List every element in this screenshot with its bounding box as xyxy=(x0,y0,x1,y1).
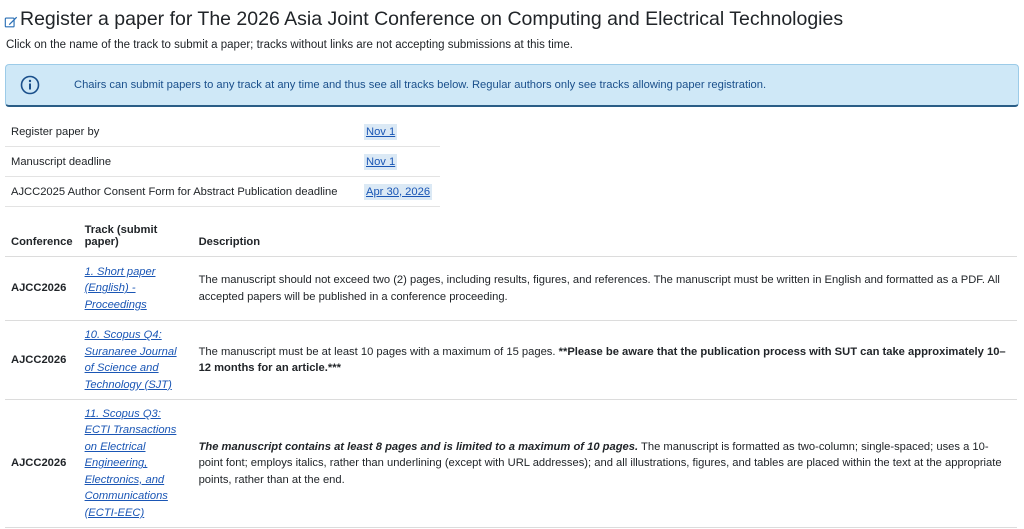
deadline-date-link[interactable]: Nov 1 xyxy=(364,123,398,140)
deadline-label: Manuscript deadline xyxy=(5,146,358,177)
tracks-header-row: Conference Track (submit paper) Descript… xyxy=(5,220,1017,257)
info-alert: Chairs can submit papers to any track at… xyxy=(5,64,1019,107)
header-description: Description xyxy=(192,220,1017,257)
header-track: Track (submit paper) xyxy=(78,220,193,257)
deadline-label: AJCC2025 Author Consent Form for Abstrac… xyxy=(5,176,358,207)
deadline-row: Manuscript deadline Nov 1 xyxy=(5,146,440,177)
tracks-table: Conference Track (submit paper) Descript… xyxy=(5,220,1017,528)
deadline-value-cell: Apr 30, 2026 xyxy=(358,176,440,207)
description-cell: The manuscript contains at least 8 pages… xyxy=(192,399,1017,528)
deadline-date-link[interactable]: Apr 30, 2026 xyxy=(364,183,433,200)
track-cell: 10. Scopus Q4: Suranaree Journal of Scie… xyxy=(78,320,193,400)
track-link[interactable]: 1. Short paper (English) - Proceedings xyxy=(85,266,156,311)
deadline-label: Register paper by xyxy=(5,117,358,147)
title-row: Register a paper for The 2026 Asia Joint… xyxy=(0,2,1024,36)
table-row: AJCC2026 1. Short paper (English) - Proc… xyxy=(5,256,1017,321)
deadlines-table: Register paper by Nov 1 Manuscript deadl… xyxy=(5,117,440,207)
description-cell: The manuscript should not exceed two (2)… xyxy=(192,256,1017,321)
page-subtitle: Click on the name of the track to submit… xyxy=(6,39,573,51)
alert-text: Chairs can submit papers to any track at… xyxy=(74,79,767,91)
deadline-value-cell: Nov 1 xyxy=(358,146,440,177)
description-cell: The manuscript must be at least 10 pages… xyxy=(192,320,1017,400)
deadline-value-cell: Nov 1 xyxy=(358,117,440,147)
track-cell: 11. Scopus Q3: ECTI Transactions on Elec… xyxy=(78,399,193,528)
deadline-date-link[interactable]: Nov 1 xyxy=(364,153,398,170)
track-link[interactable]: 10. Scopus Q4: Suranaree Journal of Scie… xyxy=(85,329,177,391)
info-icon xyxy=(20,75,40,95)
page-title: Register a paper for The 2026 Asia Joint… xyxy=(20,7,844,30)
conference-cell: AJCC2026 xyxy=(5,399,79,528)
header-conference: Conference xyxy=(5,220,79,257)
deadline-row: Register paper by Nov 1 xyxy=(5,117,440,147)
page-header: Register a paper for The 2026 Asia Joint… xyxy=(0,2,1024,56)
track-link[interactable]: 11. Scopus Q3: ECTI Transactions on Elec… xyxy=(85,408,177,519)
conference-cell: AJCC2026 xyxy=(5,256,79,321)
description-text: The manuscript should not exceed two (2)… xyxy=(198,274,1000,303)
track-cell: 1. Short paper (English) - Proceedings xyxy=(78,256,193,321)
conference-cell: AJCC2026 xyxy=(5,320,79,400)
deadline-row: AJCC2025 Author Consent Form for Abstrac… xyxy=(5,176,440,207)
table-row: AJCC2026 10. Scopus Q4: Suranaree Journa… xyxy=(5,320,1017,400)
description-text: The manuscript must be at least 10 pages… xyxy=(198,345,559,358)
table-row: AJCC2026 11. Scopus Q3: ECTI Transaction… xyxy=(5,399,1017,528)
edit-icon[interactable] xyxy=(4,15,18,29)
description-bold: The manuscript contains at least 8 pages… xyxy=(198,440,639,453)
